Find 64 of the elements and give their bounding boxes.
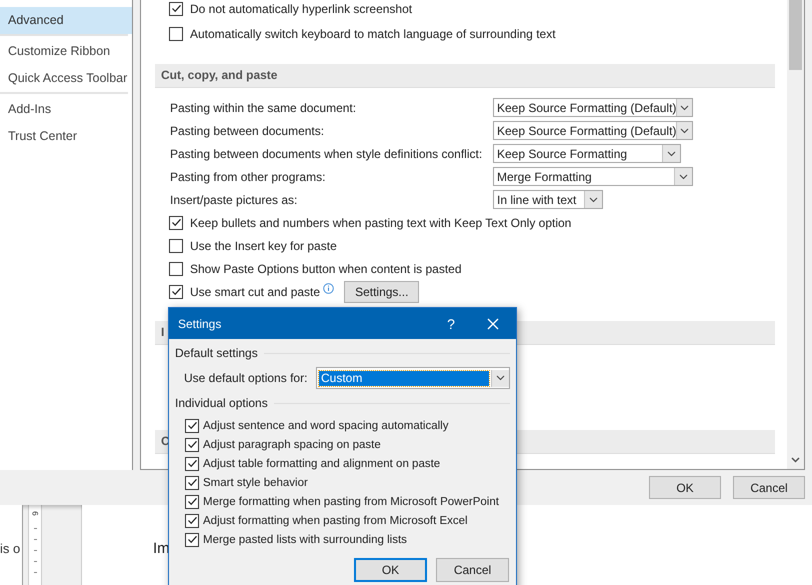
checkbox[interactable] (185, 494, 199, 508)
checkbox[interactable] (169, 238, 183, 252)
document-text: is o (0, 541, 20, 556)
chevron-down-icon (589, 196, 598, 202)
ok-button[interactable]: OK (649, 476, 721, 499)
group-heading: Individual options (175, 396, 268, 410)
chevron-down-icon (679, 174, 688, 180)
checkbox[interactable] (185, 532, 199, 546)
dropdown[interactable]: Merge Formatting (493, 167, 693, 186)
checkbox[interactable] (169, 284, 183, 298)
cancel-button[interactable]: Cancel (733, 476, 805, 499)
checkbox-label: Merge pasted lists with surrounding lists (203, 534, 407, 546)
settings-button[interactable]: Settings... (344, 280, 420, 302)
chevron-down-icon (496, 375, 505, 381)
dropdown[interactable]: Keep Source Formatting (493, 144, 681, 163)
sidebar-item[interactable]: Customize Ribbon (0, 38, 132, 65)
dropdown[interactable]: Custom (316, 367, 510, 389)
checkbox-label: Do not automatically hyperlink screenshot (190, 2, 412, 16)
checkbox[interactable] (169, 216, 183, 230)
scrollbar-thumb[interactable] (789, 0, 802, 70)
option-label: Insert/paste pictures as: (170, 192, 298, 206)
dropdown[interactable]: In line with text (493, 190, 603, 209)
checkbox-label: Show Paste Options button when content is pasted (190, 262, 462, 276)
checkbox[interactable] (169, 26, 183, 40)
checkbox-label: Adjust sentence and word spacing automatically (203, 420, 448, 432)
section-header: Cut, copy, and paste (155, 64, 775, 88)
checkbox-label: Use smart cut and paste (190, 284, 320, 298)
ok-button[interactable]: OK (354, 558, 427, 582)
field-label: Use default options for: (184, 371, 308, 385)
checkbox[interactable] (185, 476, 199, 490)
checkbox-label: Automatically switch keyboard to match language of surrounding text (190, 26, 556, 40)
checkbox[interactable] (185, 456, 199, 470)
checkbox[interactable] (169, 262, 183, 276)
checkbox[interactable] (185, 418, 199, 432)
checkbox-label: Merge formatting when pasting from Microsoft PowerPoint (203, 496, 499, 508)
group-heading: Default settings (175, 346, 258, 360)
info-icon (323, 283, 334, 294)
checkbox-label: Use the Insert key for paste (190, 238, 337, 252)
checkbox[interactable] (169, 2, 183, 16)
option-label: Pasting between documents: (170, 124, 326, 138)
sidebar-item[interactable]: Trust Center (0, 123, 132, 150)
close-icon (487, 318, 499, 330)
scrollbar[interactable] (787, 0, 804, 469)
sidebar-item[interactable]: Quick Access Toolbar (0, 65, 132, 92)
option-label: Pasting between documents when style definitions conflict: (170, 146, 484, 160)
dropdown[interactable]: Keep Source Formatting (Default) (493, 98, 693, 117)
checkbox-label: Adjust paragraph spacing on paste (203, 438, 381, 450)
checkbox-label: Keep bullets and numbers when pasting text with Keep Text Only option (190, 216, 572, 230)
checkbox[interactable] (185, 514, 199, 528)
chevron-down-icon (680, 104, 690, 110)
sidebar-item[interactable]: Advanced (0, 7, 132, 34)
checkbox-label: Adjust table formatting and alignment on paste (203, 458, 440, 470)
vertical-ruler: 6 (28, 505, 42, 585)
option-label: Pasting from other programs: (170, 170, 326, 184)
checkbox[interactable] (185, 438, 199, 452)
cancel-button[interactable]: Cancel (436, 558, 509, 582)
checkbox-label: Adjust formatting when pasting from Microsoft Excel (203, 514, 468, 526)
chevron-down-icon (680, 128, 690, 134)
checkbox-label: Smart style behavior (203, 476, 308, 488)
sidebar-item[interactable]: Add-Ins (0, 96, 132, 123)
dropdown[interactable]: Keep Source Formatting (Default) (493, 121, 693, 140)
chevron-down-icon (667, 150, 676, 156)
option-label: Pasting within the same document: (170, 100, 358, 114)
chevron-down-icon[interactable] (791, 457, 800, 463)
